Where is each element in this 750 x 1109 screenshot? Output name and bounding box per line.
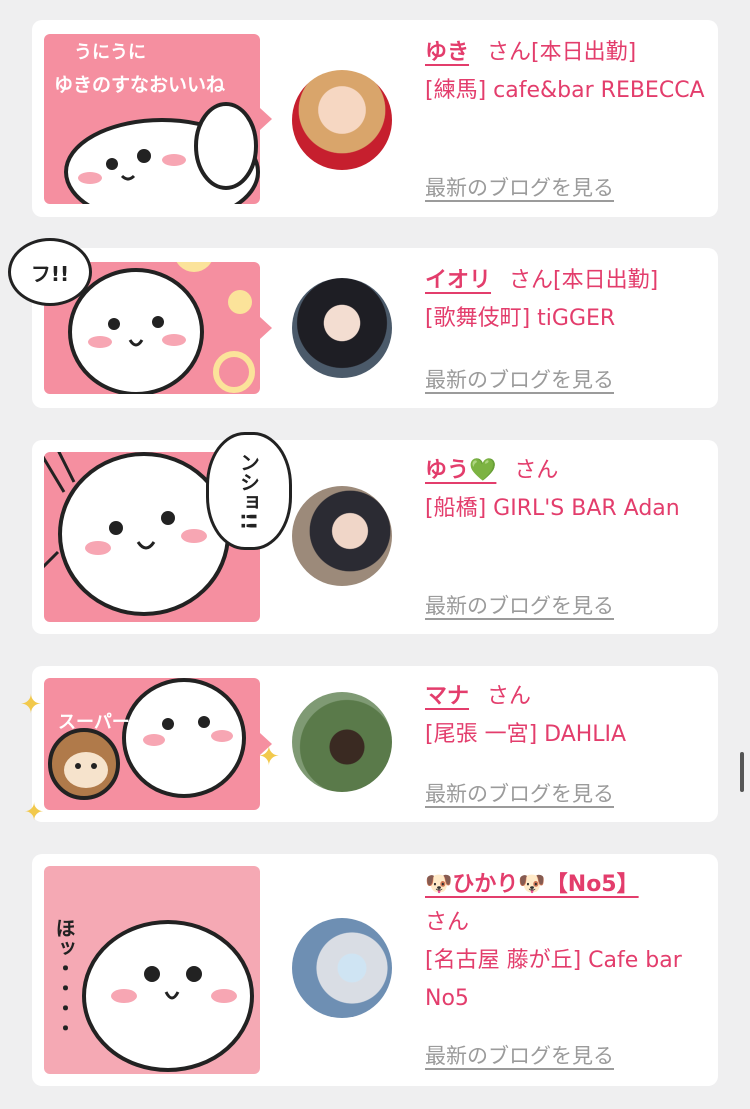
shop-name: [船橋] GIRL'S BAR Adan	[425, 496, 680, 521]
sticker-caption-top: うにうに	[74, 42, 146, 63]
honorific: さん	[487, 40, 532, 65]
sticker-caption: ゆきのすなおいいね	[54, 74, 226, 96]
hamster-icon	[48, 678, 246, 800]
name-link[interactable]: ゆう💚	[425, 458, 496, 483]
name-link[interactable]: 🐶ひかり🐶【No5】	[425, 872, 639, 897]
sticker-image: スーパー	[44, 678, 272, 810]
entry-info: マナ さん [尾張 一宮] DAHLIA	[425, 678, 705, 754]
speech-bubble: ンショ!!	[206, 432, 292, 550]
speech-bubble-text: ンショ!!	[236, 451, 261, 531]
latest-blog-link[interactable]: 最新のブログを見る	[425, 1040, 614, 1070]
honorific: さん	[514, 458, 559, 483]
sticker-image: ゆきのすなおいいね うにうに	[44, 34, 272, 204]
avatar[interactable]	[292, 278, 392, 378]
avatar[interactable]	[292, 486, 392, 586]
avatar[interactable]	[292, 918, 392, 1018]
speech-bubble-text: フ!!	[30, 261, 70, 286]
entry-info: ゆう💚 さん [船橋] GIRL'S BAR Adan	[425, 452, 705, 528]
entry-info: ゆき さん[本日出勤] [練馬] cafe&bar REBECCA	[425, 34, 705, 110]
latest-blog-link[interactable]: 最新のブログを見る	[425, 778, 614, 808]
sticker-image: ほッ・・・・	[44, 866, 260, 1074]
sparkle-icon: ✦	[24, 798, 45, 826]
honorific: さん	[487, 684, 532, 709]
shop-name: [尾張 一宮] DAHLIA	[425, 722, 627, 747]
scrollbar[interactable]	[740, 752, 744, 792]
avatar[interactable]	[292, 692, 392, 792]
status-tag: [本日出勤]	[553, 268, 659, 293]
latest-blog-link[interactable]: 最新のブログを見る	[425, 172, 614, 202]
name-link[interactable]: イオリ	[425, 268, 491, 293]
entry-info: イオリ さん[本日出勤] [歌舞伎町] tiGGER	[425, 262, 705, 338]
speech-bubble: フ!!	[8, 238, 92, 306]
sticker-caption: スーパー	[58, 712, 130, 733]
avatar[interactable]	[292, 70, 392, 170]
honorific: さん	[509, 268, 554, 293]
shop-name: [歌舞伎町] tiGGER	[425, 306, 616, 331]
name-link[interactable]: マナ	[425, 684, 469, 709]
entry-info: 🐶ひかり🐶【No5】 さん [名古屋 藤が丘] Cafe bar No5	[425, 866, 705, 1018]
honorific: さん	[425, 910, 470, 935]
shop-name: [練馬] cafe&bar REBECCA	[425, 78, 705, 103]
status-tag: [本日出勤]	[531, 40, 637, 65]
sparkle-icon: ✦	[20, 690, 42, 720]
latest-blog-link[interactable]: 最新のブログを見る	[425, 364, 614, 394]
sticker-caption: ほッ・・・・	[52, 918, 76, 1038]
latest-blog-link[interactable]: 最新のブログを見る	[425, 590, 614, 620]
shop-name: [名古屋 藤が丘] Cafe bar No5	[425, 948, 682, 1011]
sparkle-icon: ✦	[258, 742, 280, 772]
name-link[interactable]: ゆき	[425, 40, 469, 65]
